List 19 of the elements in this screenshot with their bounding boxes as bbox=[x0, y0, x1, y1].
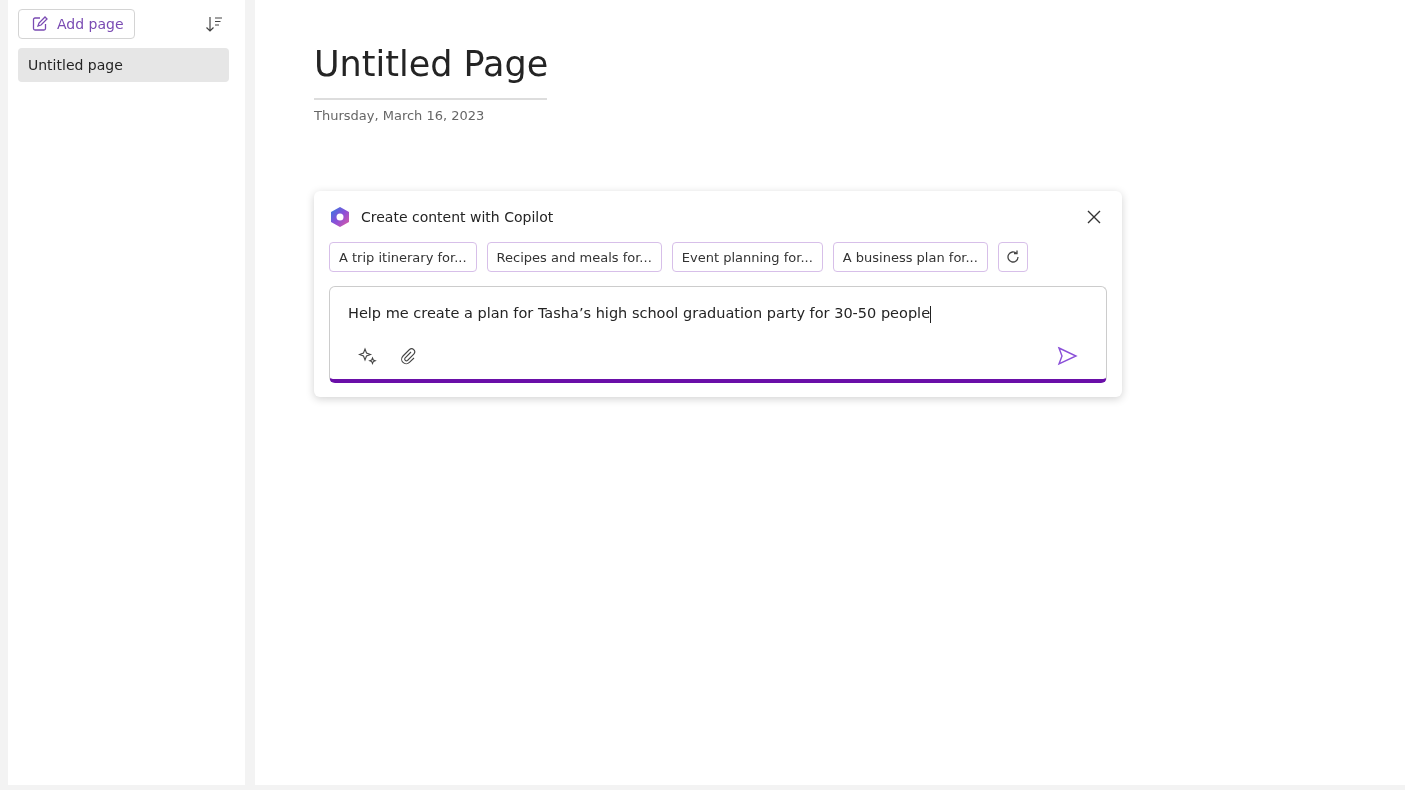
copilot-title: Create content with Copilot bbox=[361, 209, 555, 225]
refresh-button[interactable] bbox=[997, 242, 1028, 272]
sort-icon[interactable] bbox=[205, 15, 223, 33]
suggestion-chip[interactable]: Recipes and meals for... bbox=[486, 242, 662, 272]
prompt-field[interactable]: Help me create a plan for Tasha’s high school graduation party for 30-50 people bbox=[329, 286, 1107, 383]
page-date: Thursday, March 16, 2023 bbox=[314, 108, 486, 123]
suggestion-chip[interactable]: A trip itinerary for... bbox=[329, 242, 477, 272]
paperclip-icon[interactable] bbox=[398, 345, 418, 366]
send-icon[interactable] bbox=[1056, 344, 1078, 367]
page-list-item[interactable]: Untitled page bbox=[18, 48, 229, 82]
close-icon[interactable] bbox=[1086, 209, 1102, 225]
page-title: Untitled Page bbox=[314, 44, 547, 100]
suggestion-chip[interactable]: A business plan for... bbox=[832, 242, 988, 272]
refresh-icon bbox=[1004, 249, 1021, 265]
copilot-logo-icon bbox=[329, 206, 351, 228]
new-page-icon bbox=[31, 15, 49, 33]
add-page-button[interactable]: Add page bbox=[18, 9, 135, 39]
sparkle-icon[interactable] bbox=[358, 345, 378, 366]
suggestion-chip[interactable]: Event planning for... bbox=[671, 242, 823, 272]
